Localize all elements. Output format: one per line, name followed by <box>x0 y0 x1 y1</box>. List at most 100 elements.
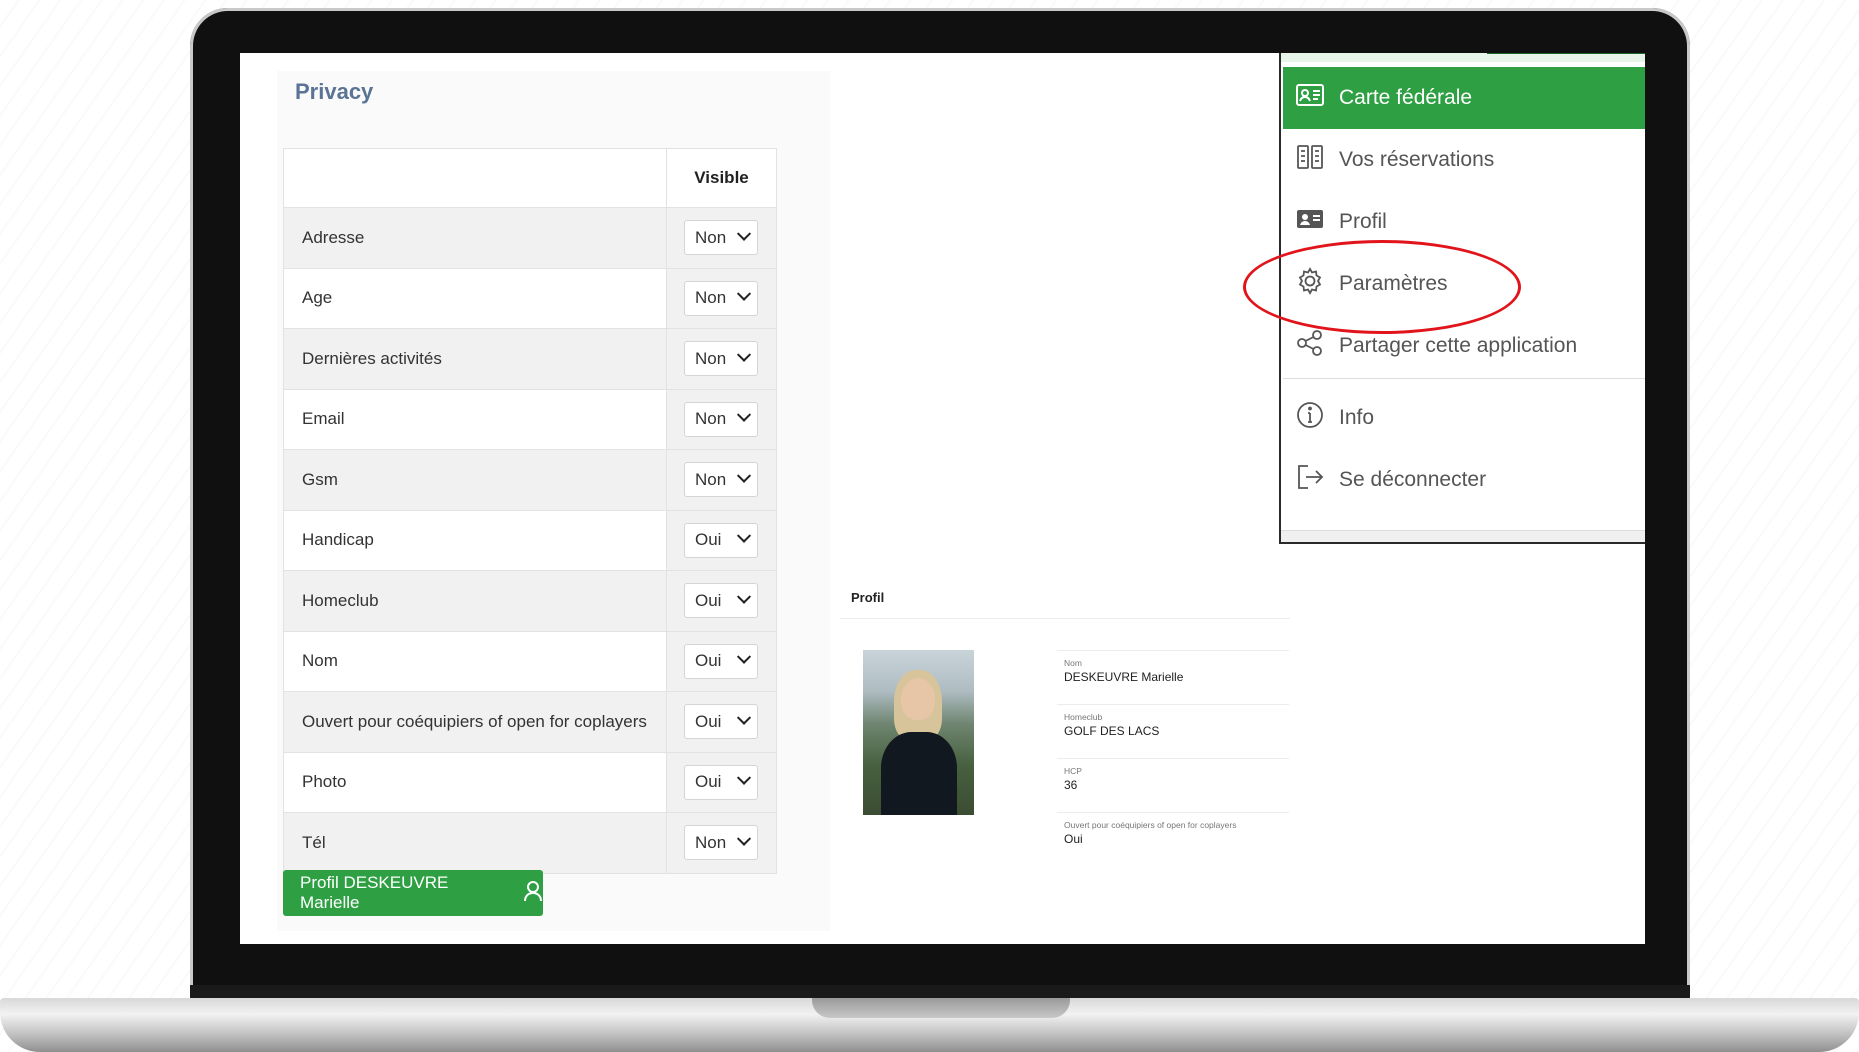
row-select-cell: Non <box>666 328 777 390</box>
row-select-cell: Oui <box>666 751 777 813</box>
user-icon <box>523 880 543 907</box>
screen: Privacy Visible Adresse Non Age Non Dernière… <box>240 53 1645 944</box>
profile-field-nom: Nom DESKEUVRE Marielle <box>1057 650 1289 690</box>
menu-item-info[interactable]: Info <box>1283 387 1645 449</box>
row-select-cell: Non <box>666 207 777 269</box>
field-value: 36 <box>1064 778 1078 792</box>
row-select-cell: Oui <box>666 630 777 692</box>
menu-item-label: Partager cette application <box>1339 334 1578 357</box>
table-header-blank <box>283 148 667 208</box>
table-row: Homeclub Oui <box>283 570 777 632</box>
select-value: Non <box>695 227 727 247</box>
table-row: Adresse Non <box>283 207 777 269</box>
id-card-icon <box>1295 80 1325 116</box>
table-row: Ouvert pour coéquipiers of open for copl… <box>283 691 777 753</box>
profile-photo <box>863 650 974 815</box>
laptop-hinge <box>190 985 1690 999</box>
page-title: Privacy <box>295 79 374 104</box>
row-label: Handicap <box>283 509 667 571</box>
field-label: Nom <box>1064 658 1082 668</box>
select-value: Oui <box>695 651 722 671</box>
visibility-select[interactable]: Non <box>684 401 758 437</box>
row-label: Dernières activités <box>283 328 667 390</box>
logout-icon <box>1295 462 1325 498</box>
laptop-notch <box>812 998 1070 1018</box>
select-value: Non <box>695 288 727 308</box>
visibility-select[interactable]: Oui <box>684 704 758 740</box>
row-label: Email <box>283 388 667 450</box>
field-label: HCP <box>1064 766 1082 776</box>
select-value: Non <box>695 469 727 489</box>
row-label: Adresse <box>283 207 667 269</box>
select-value: Non <box>695 348 727 368</box>
visibility-select[interactable]: Non <box>684 220 758 256</box>
row-select-cell: Non <box>666 812 777 874</box>
chevron-down-icon <box>736 226 752 241</box>
share-icon <box>1295 328 1325 364</box>
menu-item-carte-federale[interactable]: Carte fédérale <box>1283 67 1645 129</box>
row-select-cell: Oui <box>666 691 777 753</box>
chevron-down-icon <box>736 468 752 483</box>
field-label: Homeclub <box>1064 712 1103 722</box>
row-select-cell: Non <box>666 267 777 329</box>
row-select-cell: Oui <box>666 570 777 632</box>
row-label: Gsm <box>283 449 667 511</box>
divider <box>840 618 1290 619</box>
menu-item-label: Se déconnecter <box>1339 468 1487 491</box>
profile-button[interactable]: Profil DESKEUVRE Marielle <box>283 870 543 916</box>
select-value: Oui <box>695 530 722 550</box>
table-header-visible: Visible <box>666 148 777 208</box>
row-label: Homeclub <box>283 570 667 632</box>
profile-field-hcp: HCP 36 <box>1057 758 1289 798</box>
visibility-select[interactable]: Non <box>684 462 758 498</box>
table-row: Tél Non <box>283 812 777 874</box>
field-label: Ouvert pour coéquipiers of open for copl… <box>1064 820 1237 830</box>
visibility-select[interactable]: Oui <box>684 643 758 679</box>
select-value: Non <box>695 832 727 852</box>
menu-item-label: Info <box>1339 406 1375 429</box>
row-select-cell: Non <box>666 388 777 450</box>
chevron-down-icon <box>736 407 752 423</box>
row-select-cell: Non <box>666 449 777 511</box>
chevron-down-icon <box>736 347 752 362</box>
row-select-cell: Oui <box>666 509 777 571</box>
profile-card-heading: Profil <box>851 590 885 605</box>
menu-item-label: Vos réservations <box>1339 148 1495 171</box>
visibility-select[interactable]: Oui <box>684 583 758 619</box>
table-row: Dernières activités Non <box>283 328 777 390</box>
visibility-select[interactable]: Oui <box>684 522 758 558</box>
profile-field-homeclub: Homeclub GOLF DES LACS <box>1057 704 1289 744</box>
chevron-down-icon <box>736 528 752 544</box>
table-row: Email Non <box>283 388 777 450</box>
menu-bottom-bar <box>1281 530 1645 542</box>
row-label: Ouvert pour coéquipiers of open for copl… <box>283 691 667 753</box>
visibility-select[interactable]: Non <box>684 825 758 861</box>
menu-top-bar <box>1281 53 1645 62</box>
menu-divider <box>1283 378 1645 379</box>
select-value: Oui <box>695 711 722 731</box>
highlight-ellipse <box>1243 240 1521 334</box>
chevron-down-icon <box>736 770 752 786</box>
profile-card-icon <box>1295 204 1325 240</box>
chevron-down-icon <box>736 710 752 725</box>
chevron-down-icon <box>736 589 752 604</box>
visibility-select[interactable]: Non <box>684 280 758 316</box>
visibility-select[interactable]: Oui <box>684 764 758 800</box>
chevron-down-icon <box>736 286 752 302</box>
field-value: Oui <box>1064 832 1083 846</box>
menu-item-label: Carte fédérale <box>1339 86 1473 109</box>
chevron-down-icon <box>736 831 752 846</box>
reservations-icon <box>1295 142 1325 178</box>
table-row: Handicap Oui <box>283 509 777 571</box>
visibility-select[interactable]: Non <box>684 341 758 377</box>
select-value: Oui <box>695 590 722 610</box>
select-value: Non <box>695 409 727 429</box>
field-value: DESKEUVRE Marielle <box>1064 670 1184 684</box>
table-row: Nom Oui <box>283 630 777 692</box>
row-label: Nom <box>283 630 667 692</box>
table-row: Gsm Non <box>283 449 777 511</box>
menu-item-reservations[interactable]: Vos réservations <box>1283 129 1645 191</box>
info-icon <box>1295 400 1325 436</box>
field-value: GOLF DES LACS <box>1064 724 1160 738</box>
menu-item-deconnecter[interactable]: Se déconnecter <box>1283 449 1645 511</box>
